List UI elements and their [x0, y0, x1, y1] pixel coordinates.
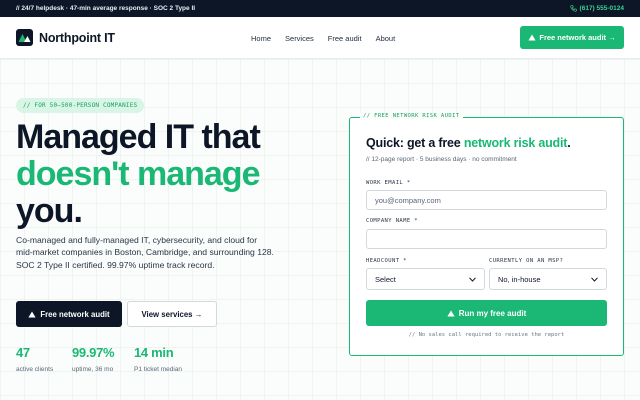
stat-ticket-median: 14 min P1 ticket median — [134, 345, 182, 373]
stat-value: 14 min — [134, 345, 174, 360]
form-title-highlight: network risk audit — [463, 136, 568, 150]
nav-about[interactable]: About — [376, 34, 396, 43]
phone-number: (617) 555-0124 — [579, 5, 624, 12]
stat-value: 99.97% — [72, 345, 115, 360]
msp-value: No, in-house — [498, 274, 541, 284]
audience-pill: // FOR 50–500-PERSON COMPANIES — [16, 98, 145, 113]
form-note: // No sales call required to receive the… — [408, 332, 565, 338]
chevron-down-icon — [469, 276, 476, 282]
free-audit-button[interactable]: Free network audit — [16, 301, 122, 327]
free-audit-label: Free network audit — [40, 309, 110, 319]
announcement-bar: // 24/7 helpdesk · 47-min average respon… — [0, 0, 640, 17]
msp-label: CURRENTLY ON AN MSP? — [489, 258, 564, 264]
site-header: Northpoint IT Home Services Free audit A… — [0, 17, 640, 59]
form-title-prefix: Quick: get a free — [366, 136, 464, 150]
stat-label: active clients — [16, 366, 54, 373]
stat-uptime: 99.97% uptime, 36 mo — [72, 345, 115, 373]
headcount-select[interactable]: Select — [366, 268, 485, 290]
warning-triangle-icon — [528, 34, 536, 41]
nav-free-audit[interactable]: Free audit — [328, 34, 362, 43]
mountain-logo-icon — [16, 29, 33, 46]
header-audit-label: Free network audit → — [539, 33, 616, 42]
hero-title-line1: Managed IT that — [16, 118, 261, 156]
warning-triangle-icon — [447, 310, 455, 316]
run-audit-button[interactable]: Run my free audit — [366, 300, 607, 326]
logo[interactable]: Northpoint IT — [16, 29, 115, 46]
form-title: Quick: get a free network risk audit. — [366, 136, 571, 150]
email-label: WORK EMAIL * — [366, 180, 411, 186]
hero-title: Managed IT that doesn't manage you. — [16, 119, 336, 230]
audit-form-card: // FREE NETWORK RISK AUDIT Quick: get a … — [349, 113, 624, 356]
hero-title-line3: you. — [16, 192, 83, 230]
main-nav: Home Services Free audit About — [251, 17, 395, 59]
msp-select[interactable]: No, in-house — [489, 268, 607, 290]
form-subtitle: // 12-page report · 5 business days · no… — [366, 156, 517, 163]
headcount-value: Select — [375, 274, 396, 284]
phone-icon — [569, 5, 577, 12]
chevron-down-icon — [591, 276, 598, 282]
company-name-field[interactable] — [366, 229, 607, 249]
headcount-label: HEADCOUNT * — [366, 258, 407, 264]
nav-services[interactable]: Services — [285, 34, 314, 43]
header-audit-button[interactable]: Free network audit → — [520, 26, 624, 49]
phone-link[interactable]: (617) 555-0124 — [569, 5, 624, 12]
announcement-text: // 24/7 helpdesk · 47-min average respon… — [16, 5, 196, 12]
stat-value: 47 — [16, 345, 30, 360]
company-label: COMPANY NAME * — [366, 218, 418, 224]
brand-name: Northpoint IT — [39, 30, 115, 45]
form-tag: // FREE NETWORK RISK AUDIT — [360, 113, 463, 119]
hero-title-line2: doesn't manage — [16, 155, 260, 193]
stat-label: uptime, 36 mo — [72, 366, 114, 373]
nav-home[interactable]: Home — [251, 34, 271, 43]
stat-label: P1 ticket median — [134, 366, 183, 373]
run-audit-label: Run my free audit — [458, 308, 527, 318]
warning-triangle-icon — [28, 311, 36, 317]
view-services-button[interactable]: View services → — [127, 301, 217, 327]
stat-clients: 47 active clients — [16, 345, 53, 373]
email-field[interactable]: you@company.com — [366, 190, 607, 210]
hero-description: Co-managed and fully-managed IT, cyberse… — [16, 235, 274, 270]
form-title-suffix: . — [567, 136, 571, 150]
